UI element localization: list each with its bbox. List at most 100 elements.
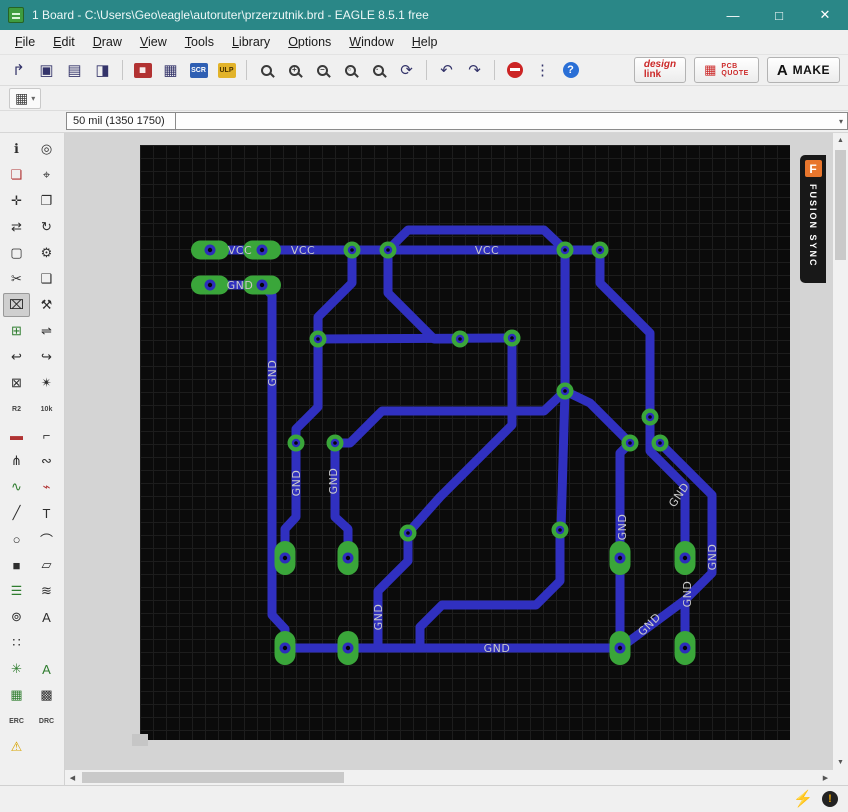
copper-trace[interactable] xyxy=(280,438,301,563)
make-button[interactable]: A MAKE xyxy=(766,57,840,83)
signal-tool[interactable]: ≋ xyxy=(33,579,60,603)
scroll-left-icon[interactable]: ◀ xyxy=(65,770,80,785)
group-tool[interactable]: ▢ xyxy=(3,241,30,265)
text-tool[interactable]: T xyxy=(33,501,60,525)
horizontal-scrollbar[interactable]: ◀ ▶ xyxy=(65,770,833,785)
copper-trace[interactable] xyxy=(205,280,290,653)
display-tool[interactable]: ❏ xyxy=(3,163,30,187)
array-tool[interactable]: ∷ xyxy=(3,631,30,655)
close-button[interactable]: ✕ xyxy=(802,0,848,30)
save-button[interactable]: ▣ xyxy=(34,58,59,82)
wrench-tool[interactable]: ⚒ xyxy=(33,293,60,317)
export-button[interactable]: ↱ xyxy=(6,58,31,82)
drc-tool[interactable]: ▩ xyxy=(33,683,60,707)
polygon-tool[interactable]: ▱ xyxy=(33,553,60,577)
mirror-tool[interactable]: ⇄ xyxy=(3,215,30,239)
optimize-tool[interactable]: ∾ xyxy=(33,449,60,473)
mark-tool[interactable]: ⌖ xyxy=(33,163,60,187)
menu-help[interactable]: Help xyxy=(403,32,447,52)
cut-tool[interactable]: ✂ xyxy=(3,267,30,291)
vertical-scroll-thumb[interactable] xyxy=(835,150,846,260)
menu-options[interactable]: Options xyxy=(279,32,340,52)
horizontal-scroll-thumb[interactable] xyxy=(82,772,344,783)
minimize-button[interactable]: — xyxy=(710,0,756,30)
rect-tool[interactable]: ■ xyxy=(3,553,30,577)
show-tool[interactable]: ◎ xyxy=(33,137,60,161)
alert-icon[interactable]: ! xyxy=(822,791,838,807)
copper-trace[interactable] xyxy=(383,245,465,344)
pcb-quote-button[interactable]: ▦ PCB QUOTE xyxy=(694,57,759,83)
help-button[interactable]: ? xyxy=(558,58,583,82)
power-status-icon[interactable]: ⚡ xyxy=(793,789,813,809)
copper-trace[interactable] xyxy=(403,333,517,538)
lock-tool[interactable]: ⊠ xyxy=(3,371,30,395)
grid-settings-button[interactable]: ▦ ▾ xyxy=(9,87,42,109)
board-canvas[interactable]: VCC VCC VCC GND GND GND GND GND GND GND GND GND GND G… xyxy=(140,145,790,740)
split-tool[interactable]: ⋔ xyxy=(3,449,30,473)
ulp-chip-button[interactable]: ULP xyxy=(214,58,239,82)
vertical-scrollbar[interactable]: ▲ ▼ xyxy=(833,133,848,770)
copper-trace[interactable] xyxy=(560,386,635,448)
undo-button[interactable]: ↶ xyxy=(434,58,459,82)
miter-tool[interactable]: ⌐ xyxy=(33,423,60,447)
stop-button[interactable] xyxy=(502,58,527,82)
value-tool[interactable]: 10k xyxy=(33,397,60,421)
copy-tool[interactable]: ❐ xyxy=(33,189,60,213)
copper-trace[interactable] xyxy=(556,386,570,535)
maximize-button[interactable]: □ xyxy=(756,0,802,30)
drc-check-tool[interactable]: DRC xyxy=(33,709,60,733)
zoom-in-button[interactable]: + xyxy=(282,58,307,82)
scroll-right-icon[interactable]: ▶ xyxy=(818,770,833,785)
zoom-select-button[interactable]: ▫ xyxy=(338,58,363,82)
menu-library[interactable]: Library xyxy=(223,32,279,52)
menu-edit[interactable]: Edit xyxy=(44,32,84,52)
scroll-down-icon[interactable]: ▼ xyxy=(833,755,848,770)
paste-tool[interactable]: ❑ xyxy=(33,267,60,291)
board-tool[interactable]: ▦ xyxy=(3,683,30,707)
menu-window[interactable]: Window xyxy=(340,32,402,52)
menu-draw[interactable]: Draw xyxy=(84,32,131,52)
cam-button[interactable]: ◨ xyxy=(90,58,115,82)
copper-trace[interactable] xyxy=(291,334,323,448)
arc-tool[interactable]: ⌒ xyxy=(33,527,60,551)
errors-tool[interactable]: ⚠ xyxy=(3,735,30,759)
copper-trace[interactable] xyxy=(330,386,570,448)
combo-arrow-icon[interactable]: ▾ xyxy=(835,117,847,126)
menu-tools[interactable]: Tools xyxy=(176,32,223,52)
ripup-tool[interactable]: ⌁ xyxy=(33,475,60,499)
smash-tool[interactable]: ✴ xyxy=(33,371,60,395)
copper-trace[interactable] xyxy=(330,438,353,563)
scroll-up-icon[interactable]: ▲ xyxy=(833,133,848,148)
overflow-handle[interactable]: ⋮ xyxy=(530,58,555,82)
erc-tool[interactable]: ERC xyxy=(3,709,30,733)
autoroute-tool[interactable]: A xyxy=(33,657,60,681)
menu-file[interactable]: File xyxy=(6,32,44,52)
info-tool[interactable]: ℹ xyxy=(3,137,30,161)
hole-tool[interactable]: ⊚ xyxy=(3,605,30,629)
design-link-button[interactable]: design link xyxy=(633,57,687,83)
circle-tool[interactable]: ○ xyxy=(3,527,30,551)
zoom-fit-button[interactable] xyxy=(254,58,279,82)
change-tool[interactable]: ⚙ xyxy=(33,241,60,265)
copper-trace[interactable] xyxy=(313,333,517,344)
move-tool[interactable]: ✛ xyxy=(3,189,30,213)
gateswap-tool[interactable]: ↩ xyxy=(3,345,30,369)
pinswap-tool[interactable]: ↪ xyxy=(33,345,60,369)
zoom-out-button[interactable]: − xyxy=(310,58,335,82)
name-tool[interactable]: R2 xyxy=(3,397,30,421)
copper-trace[interactable] xyxy=(415,525,565,653)
scr-chip-button[interactable]: SCR xyxy=(186,58,211,82)
sch-chip-button[interactable]: ▦ xyxy=(130,58,155,82)
replace-tool[interactable]: ⇌ xyxy=(33,319,60,343)
delete-tool[interactable]: ⌧ xyxy=(3,293,30,317)
copper-trace[interactable] xyxy=(595,245,655,422)
via-tool[interactable]: ☰ xyxy=(3,579,30,603)
print-button[interactable]: ▤ xyxy=(62,58,87,82)
brd-grid-button[interactable]: ▦ xyxy=(158,58,183,82)
fusion-sync-tab[interactable]: F FUSION SYNC xyxy=(800,155,826,283)
wire-tool[interactable]: ╱ xyxy=(3,501,30,525)
rotate-tool[interactable]: ↻ xyxy=(33,215,60,239)
smd-tool[interactable]: ▬ xyxy=(3,423,30,447)
command-input[interactable] xyxy=(176,113,835,129)
route-tool[interactable]: ∿ xyxy=(3,475,30,499)
